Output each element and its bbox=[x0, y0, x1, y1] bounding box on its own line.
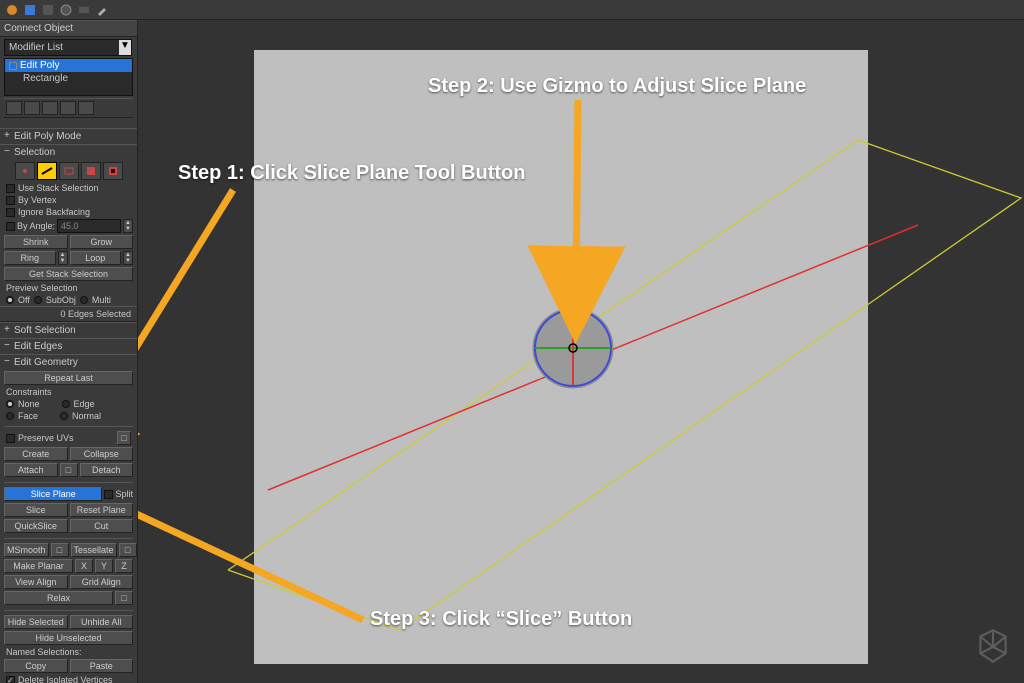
hammer-icon[interactable] bbox=[94, 2, 110, 18]
preview-off-radio[interactable] bbox=[6, 296, 14, 304]
cut-button[interactable]: Cut bbox=[70, 519, 134, 533]
vertex-mode-button[interactable] bbox=[15, 162, 35, 180]
rollout-edit-edges[interactable]: Edit Edges bbox=[0, 338, 137, 354]
border-mode-button[interactable] bbox=[59, 162, 79, 180]
loop-spinner[interactable]: ▲▼ bbox=[123, 251, 133, 265]
arrow-step1 bbox=[138, 190, 233, 450]
polygon-mode-button[interactable] bbox=[81, 162, 101, 180]
perspective-plane bbox=[254, 50, 868, 664]
ring-button[interactable]: Ring bbox=[4, 251, 56, 265]
relax-button[interactable]: Relax bbox=[4, 591, 113, 605]
create-button[interactable]: Create bbox=[4, 447, 68, 461]
stack-item-editpoly[interactable]: Edit Poly bbox=[5, 59, 132, 72]
named-selections-label: Named Selections: bbox=[0, 646, 137, 658]
subobject-selector bbox=[0, 160, 137, 182]
selection-status: 0 Edges Selected bbox=[0, 306, 137, 322]
panel-title: Connect Object bbox=[0, 20, 137, 37]
use-stack-selection-check[interactable]: Use Stack Selection bbox=[0, 182, 137, 194]
make-unique-button[interactable] bbox=[42, 101, 58, 115]
planar-y-button[interactable]: Y bbox=[95, 559, 113, 573]
edge-mode-button[interactable] bbox=[37, 162, 57, 180]
annotation-step1: Step 1: Click Slice Plane Tool Button bbox=[178, 162, 525, 185]
loop-button[interactable]: Loop bbox=[70, 251, 122, 265]
grow-button[interactable]: Grow bbox=[70, 235, 134, 249]
msmooth-button[interactable]: MSmooth bbox=[4, 543, 49, 557]
msmooth-settings[interactable]: □ bbox=[51, 543, 69, 557]
copy-button[interactable]: Copy bbox=[4, 659, 68, 673]
stack-toggle-icon[interactable] bbox=[9, 62, 17, 70]
constraints-label: Constraints bbox=[0, 386, 137, 398]
get-stack-selection-button[interactable]: Get Stack Selection bbox=[4, 267, 133, 281]
modifier-list-dropdown[interactable]: Modifier List ▼ bbox=[4, 39, 132, 56]
unhide-all-button[interactable]: Unhide All bbox=[70, 615, 134, 629]
annotation-step2: Step 2: Use Gizmo to Adjust Slice Plane bbox=[428, 75, 806, 98]
rollout-editpolymode[interactable]: Edit Poly Mode bbox=[0, 128, 137, 144]
tessellate-settings[interactable]: □ bbox=[119, 543, 137, 557]
watermark-logo bbox=[972, 626, 1014, 673]
modifier-list-label: Modifier List bbox=[9, 42, 63, 53]
top-toolbar bbox=[0, 0, 1024, 20]
delete-isolated-check[interactable]: Delete Isolated Vertices bbox=[0, 674, 137, 683]
tool-icon-4[interactable] bbox=[58, 2, 74, 18]
tool-icon-1[interactable] bbox=[4, 2, 20, 18]
preserve-uvs-settings[interactable]: □ bbox=[117, 431, 131, 445]
configure-sets-button[interactable] bbox=[78, 101, 94, 115]
stack-item-rectangle[interactable]: Rectangle bbox=[5, 72, 132, 85]
attach-button[interactable]: Attach bbox=[4, 463, 58, 477]
quickslice-button[interactable]: QuickSlice bbox=[4, 519, 68, 533]
slice-button[interactable]: Slice bbox=[4, 503, 68, 517]
tool-icon-5[interactable] bbox=[76, 2, 92, 18]
stack-toolbar bbox=[4, 98, 133, 118]
tool-icon-2[interactable] bbox=[22, 2, 38, 18]
by-angle-value[interactable]: 45.0 bbox=[57, 219, 121, 233]
planar-z-button[interactable]: Z bbox=[115, 559, 133, 573]
annotation-step3: Step 3: Click “Slice” Button bbox=[370, 608, 632, 631]
viewport[interactable]: Step 1: Click Slice Plane Tool Button St… bbox=[138, 20, 1024, 683]
detach-button[interactable]: Detach bbox=[80, 463, 134, 477]
modifier-stack[interactable]: Edit Poly Rectangle bbox=[4, 58, 133, 96]
tessellate-button[interactable]: Tessellate bbox=[71, 543, 117, 557]
view-align-button[interactable]: View Align bbox=[4, 575, 68, 589]
rollout-selection[interactable]: Selection bbox=[0, 144, 137, 160]
preserve-uvs-check[interactable]: Preserve UVs□ bbox=[0, 430, 137, 446]
relax-settings[interactable]: □ bbox=[115, 591, 133, 605]
hide-selected-button[interactable]: Hide Selected bbox=[4, 615, 68, 629]
preview-subobj-radio[interactable] bbox=[34, 296, 42, 304]
rollout-edit-geometry[interactable]: Edit Geometry bbox=[0, 354, 137, 370]
ring-spinner[interactable]: ▲▼ bbox=[58, 251, 68, 265]
by-angle-check[interactable] bbox=[6, 222, 15, 231]
constraint-normal-radio[interactable] bbox=[60, 412, 68, 420]
constraint-none-radio[interactable] bbox=[6, 400, 14, 408]
dropdown-arrow-icon: ▼ bbox=[119, 40, 131, 55]
element-mode-button[interactable] bbox=[103, 162, 123, 180]
grid-align-button[interactable]: Grid Align bbox=[70, 575, 134, 589]
hide-unselected-button[interactable]: Hide Unselected bbox=[4, 631, 133, 645]
remove-modifier-button[interactable] bbox=[60, 101, 76, 115]
by-vertex-check[interactable]: By Vertex bbox=[0, 194, 137, 206]
make-planar-button[interactable]: Make Planar bbox=[4, 559, 73, 573]
ignore-backfacing-check[interactable]: Ignore Backfacing bbox=[0, 206, 137, 218]
rollout-soft-selection[interactable]: Soft Selection bbox=[0, 322, 137, 338]
shrink-button[interactable]: Shrink bbox=[4, 235, 68, 249]
repeat-last-button[interactable]: Repeat Last bbox=[4, 371, 133, 385]
command-panel: Connect Object Modifier List ▼ Edit Poly… bbox=[0, 20, 138, 683]
pin-stack-button[interactable] bbox=[6, 101, 22, 115]
reset-plane-button[interactable]: Reset Plane bbox=[70, 503, 134, 517]
planar-x-button[interactable]: X bbox=[75, 559, 93, 573]
constraint-edge-radio[interactable] bbox=[62, 400, 70, 408]
collapse-button[interactable]: Collapse bbox=[70, 447, 134, 461]
angle-spinner[interactable]: ▲▼ bbox=[123, 219, 133, 233]
preview-multi-radio[interactable] bbox=[80, 296, 88, 304]
paste-button[interactable]: Paste bbox=[70, 659, 134, 673]
constraint-face-radio[interactable] bbox=[6, 412, 14, 420]
split-check[interactable] bbox=[104, 490, 113, 499]
preview-selection-label: Preview Selection bbox=[0, 282, 137, 294]
attach-settings-button[interactable]: □ bbox=[60, 463, 78, 477]
show-result-button[interactable] bbox=[24, 101, 40, 115]
slice-plane-button[interactable]: Slice Plane bbox=[4, 487, 102, 501]
tool-icon-3[interactable] bbox=[40, 2, 56, 18]
